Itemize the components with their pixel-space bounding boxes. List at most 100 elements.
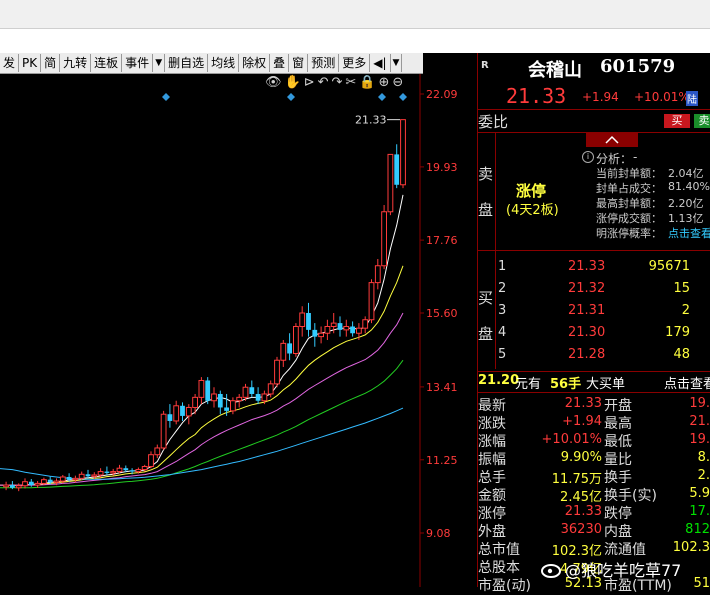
event-marker-icon[interactable] bbox=[378, 93, 386, 101]
stat-label: 市盈(动) bbox=[478, 578, 531, 594]
event-marker-icon[interactable] bbox=[399, 93, 407, 101]
stat-value: 102.3 bbox=[672, 540, 710, 555]
sell-button[interactable]: 买 bbox=[664, 114, 690, 128]
bid-level-price[interactable]: 21.32 bbox=[568, 281, 605, 296]
weibo-watermark: @狼吃羊吃草77 bbox=[540, 557, 681, 581]
price-tick-label: 22.09 bbox=[426, 88, 458, 101]
toolbar-btn-more[interactable]: 更多 bbox=[339, 54, 371, 72]
stat-label: 跌停 bbox=[604, 506, 632, 522]
bid-level-index: 5 bbox=[498, 347, 507, 362]
bid-level-volume: 15 bbox=[673, 281, 690, 296]
stat-value: 36230 bbox=[560, 522, 602, 537]
collapse-arrow-button[interactable] bbox=[586, 133, 638, 147]
candle-body bbox=[337, 323, 343, 330]
candlestick-chart[interactable]: 22.09 19.93 17.76 15.60 13.41 11.25 9.08 21.33 bbox=[0, 74, 477, 587]
candle-body bbox=[318, 332, 325, 338]
bid-level-price[interactable]: 21.33 bbox=[568, 259, 605, 274]
price-tick-label: 11.25 bbox=[426, 454, 458, 467]
stat-value: 21.33 bbox=[564, 396, 602, 411]
stat-label: 涨幅 bbox=[478, 434, 506, 450]
candle-body bbox=[381, 211, 388, 267]
bid-level-price[interactable]: 21.30 bbox=[568, 325, 605, 340]
price-change-pct: +10.01% bbox=[634, 90, 690, 104]
toolbar-dropdown-icon[interactable]: ▼ bbox=[153, 54, 166, 72]
candle-body bbox=[330, 322, 337, 327]
bid-level-volume: 48 bbox=[673, 347, 690, 362]
toolbar-collapse-icon[interactable]: ◀| bbox=[370, 54, 391, 72]
candle-body bbox=[400, 119, 406, 186]
buy-side-label-2: 盘 bbox=[478, 325, 494, 343]
stat-label: 最低 bbox=[604, 434, 632, 450]
candle-body bbox=[85, 474, 91, 477]
event-marker-icon[interactable] bbox=[162, 93, 170, 101]
toolbar-btn-ma[interactable]: 均线 bbox=[208, 54, 240, 72]
toolbar-btn-forecast[interactable]: 预测 bbox=[308, 54, 340, 72]
candle-body bbox=[249, 387, 255, 394]
buy-button[interactable]: 卖 bbox=[694, 114, 710, 128]
toolbar-btn-window[interactable]: 窗 bbox=[289, 54, 309, 72]
candle-body bbox=[267, 383, 274, 395]
toolbar-btn-remove-watchlist[interactable]: 删自选 bbox=[165, 54, 209, 72]
stat-label: 内盘 bbox=[604, 524, 632, 540]
candle-body bbox=[41, 479, 47, 484]
toolbar-btn-exright[interactable]: 除权 bbox=[239, 54, 271, 72]
stat-label: 最高 bbox=[604, 416, 632, 432]
toolbar-btn-overlay[interactable]: 叠 bbox=[270, 54, 290, 72]
candle-body bbox=[312, 329, 318, 337]
candle-body bbox=[97, 471, 104, 476]
candle-body bbox=[34, 482, 41, 486]
limit-prob-link[interactable]: 点击查看 bbox=[668, 225, 710, 241]
big-order-link[interactable]: 点击查看 bbox=[664, 373, 710, 392]
event-marker-icon[interactable] bbox=[287, 93, 295, 101]
toolbar-btn-shijian[interactable]: 事件 bbox=[122, 54, 154, 72]
candle-body bbox=[356, 327, 362, 334]
big-order-price: 21.20 bbox=[478, 373, 520, 388]
stat-label: 涨停 bbox=[478, 506, 506, 522]
candle-body bbox=[299, 312, 306, 327]
candle-body bbox=[394, 154, 400, 185]
divider bbox=[478, 371, 710, 372]
bid-level-price[interactable]: 21.28 bbox=[568, 347, 605, 362]
toolbar-btn-jian[interactable]: 简 bbox=[41, 54, 61, 72]
seal-metric-label: 当前封单额： bbox=[596, 167, 662, 180]
weibo-logo-icon bbox=[541, 564, 561, 578]
seal-metric-label: 涨停成交额： bbox=[596, 212, 662, 225]
toolbar-btn-fa[interactable]: 发 bbox=[0, 54, 20, 72]
bid-level-price[interactable]: 21.31 bbox=[568, 303, 605, 318]
candle-body bbox=[387, 153, 394, 213]
candle-body bbox=[66, 476, 72, 480]
stat-label: 总市值 bbox=[478, 542, 520, 558]
stat-value: 8. bbox=[697, 450, 710, 465]
blank-area bbox=[0, 29, 710, 53]
candle-body bbox=[123, 468, 129, 471]
chart-toolbar: 发 PK 简 九转 连板 事件 ▼ 删自选 均线 除权 叠 窗 预测 更多 ◀|… bbox=[0, 53, 423, 74]
seal-metric-label: 封单占成交： bbox=[596, 182, 662, 195]
candle-body bbox=[198, 379, 205, 398]
candle-body bbox=[10, 485, 15, 488]
sell-side-label-2: 盘 bbox=[478, 201, 494, 219]
seal-metric-label: 明涨停概率： bbox=[596, 227, 662, 240]
candle-body bbox=[28, 481, 34, 486]
candle-body bbox=[192, 396, 198, 408]
moving-average-line bbox=[0, 194, 404, 487]
high-price-label: 21.33 bbox=[355, 114, 387, 127]
candle-body bbox=[255, 393, 261, 401]
bid-level-volume: 2 bbox=[681, 303, 690, 318]
toolbar-more-dropdown-icon[interactable]: ▼ bbox=[391, 54, 403, 72]
toolbar-btn-lianban[interactable]: 连板 bbox=[91, 54, 123, 72]
candle-body bbox=[350, 326, 355, 334]
toolbar-btn-jiuzhuan[interactable]: 九转 bbox=[60, 54, 92, 72]
candle-body bbox=[116, 467, 123, 473]
stat-label: 振幅 bbox=[478, 452, 506, 468]
price-tick-label: 19.93 bbox=[426, 161, 458, 174]
bid-level-index: 2 bbox=[498, 281, 507, 296]
stat-label: 金额 bbox=[478, 488, 506, 504]
divider bbox=[478, 250, 710, 251]
toolbar-btn-pk[interactable]: PK bbox=[19, 54, 42, 72]
divider bbox=[478, 392, 710, 393]
stat-label: 换手 bbox=[604, 470, 632, 486]
price-tick-label: 17.76 bbox=[426, 234, 458, 247]
candle-body bbox=[141, 466, 148, 471]
price-change: +1.94 bbox=[582, 90, 619, 104]
candle-body bbox=[110, 471, 117, 474]
